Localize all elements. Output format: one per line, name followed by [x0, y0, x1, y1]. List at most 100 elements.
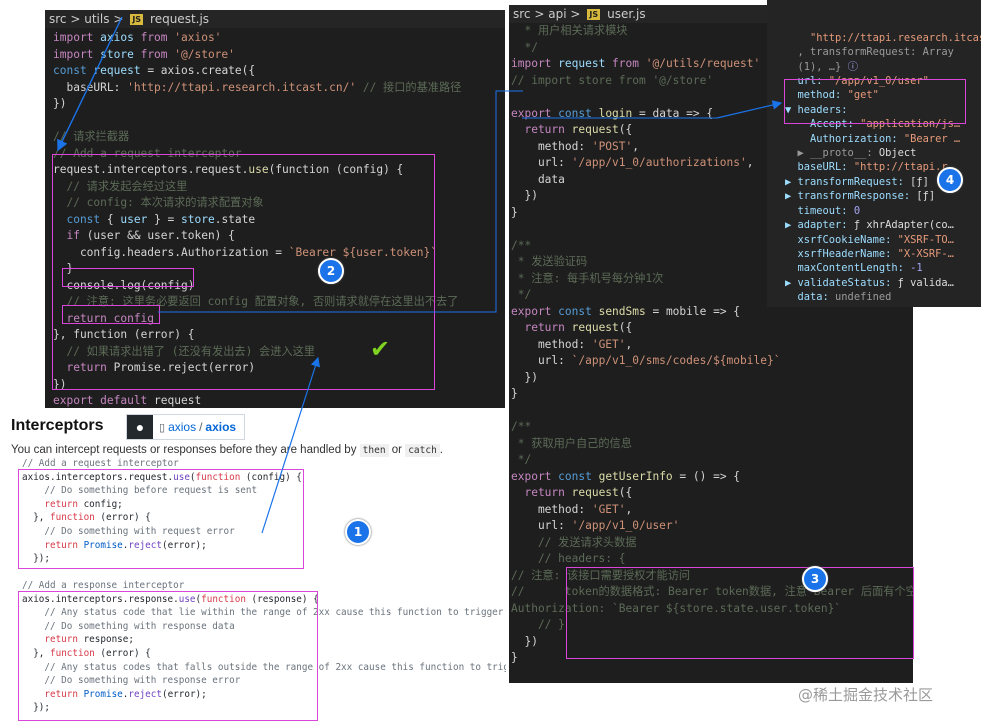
- code-token: export: [511, 106, 559, 120]
- console-row: ▶ __proto__: Object: [785, 146, 981, 160]
- breadcrumb-separator-2: >: [113, 12, 124, 26]
- code-token: data: [511, 172, 565, 186]
- code-token: 'GET': [591, 337, 626, 351]
- breadcrumb-src[interactable]: src: [49, 12, 67, 26]
- headers-comment-highlight-box: [566, 567, 914, 659]
- code-token: // import store from '@/store': [511, 73, 714, 87]
- devtools-console-panel: "http://ttapi.research.itcast.c , transf…: [767, 0, 981, 307]
- docs-request-highlight-box: [18, 469, 304, 569]
- code-token: maxContentLength:: [785, 262, 911, 275]
- code-token: import: [511, 57, 559, 70]
- code-token: "http://ttapi.research.itcast.c: [810, 31, 981, 44]
- code-token: baseURL:: [785, 161, 854, 174]
- breadcrumb-separator-2: >: [570, 7, 581, 21]
- code-token: from: [140, 47, 175, 61]
- code-token: */: [511, 40, 538, 54]
- code-token: }): [511, 634, 538, 648]
- console-row: "http://ttapi.research.itcast.c: [785, 31, 981, 45]
- console-row: ▶ adapter: ƒ xhrAdapter(co…: [785, 218, 981, 232]
- code-token: Object: [878, 147, 917, 160]
- code-token: 'axios': [174, 31, 222, 44]
- code-token: // 请求拦截器: [53, 130, 130, 143]
- code-token: request: [93, 64, 148, 77]
- code-token: "Bearer …: [903, 132, 961, 145]
- code-token: }): [53, 97, 67, 110]
- request-js-breadcrumb: src > utils > JS request.js: [45, 10, 505, 28]
- code-token: -1: [910, 262, 923, 275]
- code-token: '@/utils/request': [645, 57, 761, 70]
- code-token: }: [511, 387, 518, 400]
- code-line: }: [511, 386, 913, 403]
- console-row: timeout: 0: [785, 204, 981, 218]
- code-token: create: [201, 64, 242, 77]
- code-token: // Add a response interceptor: [22, 580, 185, 591]
- js-file-icon: JS: [587, 9, 601, 20]
- code-token: return: [511, 123, 572, 136]
- code-token: = data => {: [639, 106, 714, 120]
- repo-name[interactable]: axios: [205, 420, 236, 434]
- step-badge-2: 2: [318, 258, 344, 284]
- breadcrumb-src[interactable]: src: [513, 7, 531, 21]
- code-token: login: [598, 106, 639, 120]
- docs-response-highlight-box: [18, 591, 318, 721]
- code-token: ▶ adapter:: [785, 219, 854, 232]
- code-token: = () => {: [679, 469, 741, 483]
- check-mark-icon: ✔: [370, 335, 391, 363]
- breadcrumb-api[interactable]: api: [548, 7, 566, 21]
- code-token: xsrfHeaderName:: [785, 247, 898, 260]
- watermark: @稀土掘金技术社区: [798, 686, 934, 704]
- console-row: ▶ validateStatus: ƒ valida…: [785, 276, 981, 290]
- code-token: }: [511, 205, 518, 219]
- code-token: ▶ validateStatus:: [785, 276, 898, 289]
- console-row: , transformRequest: Array: [785, 45, 981, 59]
- step-badge-3: 3: [802, 566, 828, 592]
- code-token: import: [53, 31, 101, 44]
- console-row: Authorization: "Bearer …: [785, 132, 981, 146]
- code-token: ,: [746, 156, 754, 169]
- code-token: request: [571, 321, 619, 334]
- code-token: }: [511, 651, 518, 664]
- github-repo-badge[interactable]: ● ▯ axios / axios: [126, 414, 246, 440]
- code-token: '/app/v1_0/authorizations': [571, 156, 747, 169]
- code-line: export default request: [53, 393, 505, 408]
- code-line: /**: [511, 419, 913, 436]
- code-token: request: [558, 57, 613, 70]
- code-token: method:: [511, 502, 592, 516]
- console-row: (1), …} ⓘ: [785, 60, 981, 74]
- catch-code: catch: [405, 444, 440, 457]
- code-token: ({: [618, 123, 633, 136]
- breadcrumb-user-js[interactable]: user.js: [607, 7, 645, 21]
- console-row: xsrfCookieName: "XSRF-TO…: [785, 233, 981, 247]
- breadcrumb-separator-1: >: [534, 7, 545, 21]
- js-file-icon: JS: [130, 14, 144, 25]
- code-token: xsrfCookieName:: [785, 233, 898, 246]
- github-icon: ●: [127, 415, 153, 439]
- code-token: // 发送请求头数据: [511, 535, 637, 549]
- code-line: const request = axios.create({: [53, 63, 505, 80]
- console-row: xsrfHeaderName: "X-XSRF-…: [785, 247, 981, 261]
- code-token: store: [100, 47, 141, 61]
- code-token: "X-XSRF-…: [897, 247, 954, 260]
- code-token: "XSRF-TO…: [897, 233, 954, 246]
- code-token: ({: [241, 64, 256, 77]
- code-line: method: 'GET',: [511, 502, 913, 519]
- breadcrumb-utils[interactable]: utils: [84, 12, 109, 26]
- code-line: import axios from 'axios': [53, 30, 505, 47]
- code-token: (1), …}: [785, 60, 848, 73]
- code-line: * 获取用户自己的信息: [511, 436, 913, 453]
- code-token: Object: [866, 306, 904, 307]
- code-line: url: `/app/v1_0/sms/codes/${mobile}`: [511, 353, 913, 370]
- code-token: url:: [511, 156, 572, 169]
- code-token: import: [53, 47, 101, 61]
- breadcrumb-request-js[interactable]: request.js: [150, 12, 209, 26]
- repo-owner[interactable]: axios: [168, 420, 196, 434]
- code-line: url: '/app/v1_0/user': [511, 518, 913, 535]
- code-token: export default: [53, 394, 155, 407]
- code-token: return: [511, 321, 572, 334]
- code-token: 'http://ttapi.research.itcast.cn/': [127, 80, 357, 94]
- code-line: // headers: {: [511, 551, 913, 568]
- code-token: axios: [100, 31, 141, 44]
- code-token: ,: [632, 139, 639, 153]
- code-token: */: [511, 288, 532, 301]
